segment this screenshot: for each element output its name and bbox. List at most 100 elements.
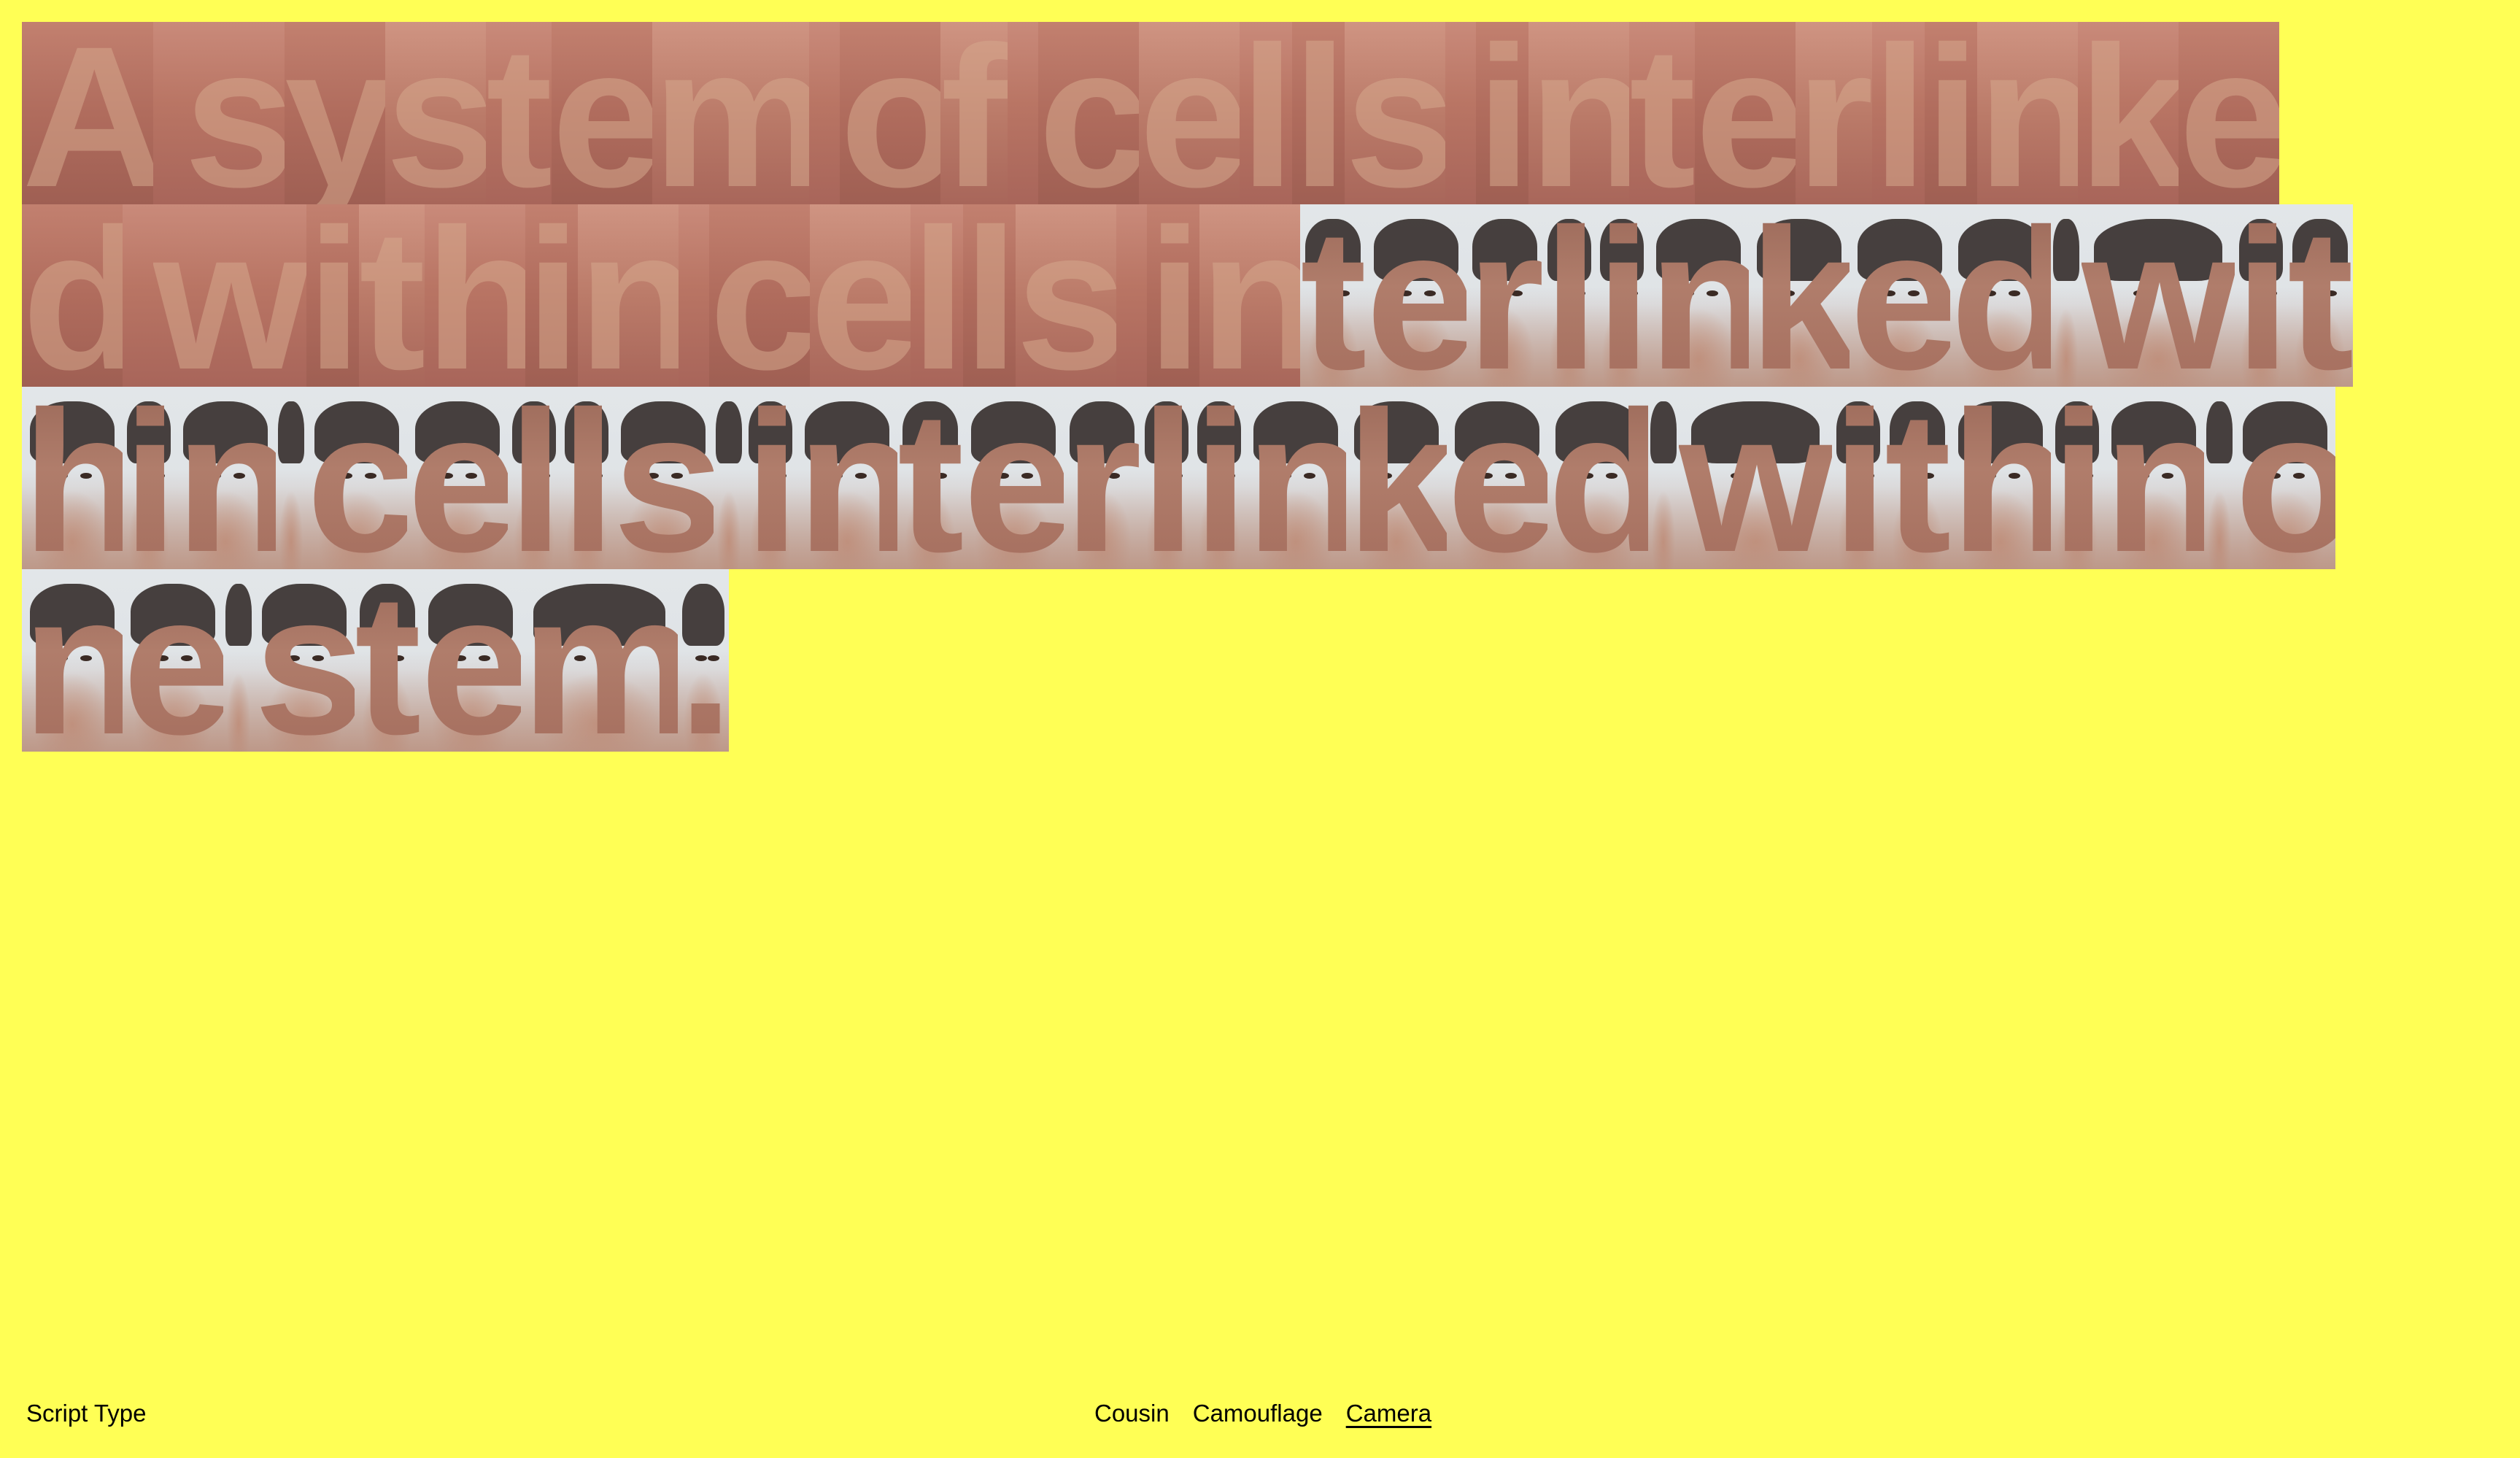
glyph-letter: i bbox=[123, 387, 175, 569]
glyph-tile: n bbox=[22, 569, 123, 752]
glyph-tile: e bbox=[123, 569, 223, 752]
glyph-tile: r bbox=[1466, 204, 1543, 387]
glyph-tile: i bbox=[1476, 22, 1528, 204]
glyph-letter: i bbox=[1925, 22, 1977, 204]
text-row: nestem. bbox=[22, 569, 2488, 752]
glyph-letter: i bbox=[306, 204, 359, 387]
glyph-letter: e bbox=[1366, 204, 1466, 387]
glyph-tile: w bbox=[1679, 387, 1832, 569]
glyph-tile: t bbox=[1885, 387, 1950, 569]
glyph-tile: s bbox=[1016, 204, 1116, 387]
glyph-tile: c bbox=[1038, 22, 1139, 204]
glyph-tile-space bbox=[1116, 204, 1147, 387]
glyph-letter: t bbox=[2287, 204, 2353, 387]
glyph-tile: l bbox=[963, 204, 1016, 387]
glyph-letter: i bbox=[525, 204, 578, 387]
glyph-letter: e bbox=[810, 204, 911, 387]
glyph-tile: o bbox=[2235, 387, 2335, 569]
glyph-letter: r bbox=[1796, 22, 1872, 204]
glyph-tile: s bbox=[184, 22, 285, 204]
glyph-letter: l bbox=[1140, 387, 1193, 569]
glyph-letter: n bbox=[1199, 204, 1300, 387]
glyph-tile: e bbox=[2179, 22, 2279, 204]
glyph-letter: n bbox=[175, 387, 276, 569]
text-row: hincellsinterlinkedwithino bbox=[22, 387, 2488, 569]
glyph-tile: e bbox=[1139, 22, 1240, 204]
glyph-letter: s bbox=[1345, 22, 1445, 204]
menu-item-camouflage[interactable]: Camouflage bbox=[1193, 1400, 1323, 1427]
glyph-letter: h bbox=[1950, 387, 2051, 569]
glyph-tile-space bbox=[714, 387, 744, 569]
mode-menu: Cousin Camouflage Camera bbox=[1094, 1400, 1431, 1427]
glyph-tile: t bbox=[2287, 204, 2353, 387]
glyph-tile: l bbox=[508, 387, 560, 569]
glyph-tile: n bbox=[1648, 204, 1749, 387]
glyph-letter: m bbox=[521, 569, 678, 752]
glyph-letter: t bbox=[486, 22, 552, 204]
glyph-tile: r bbox=[1796, 22, 1872, 204]
glyph-letter: k bbox=[1749, 204, 1850, 387]
glyph-letter: l bbox=[508, 387, 560, 569]
glyph-letter: t bbox=[1629, 22, 1695, 204]
glyph-tile: . bbox=[678, 569, 729, 752]
glyph-letter: l bbox=[963, 204, 1016, 387]
menu-item-cousin[interactable]: Cousin bbox=[1094, 1400, 1170, 1427]
glyph-letter: i bbox=[1147, 204, 1199, 387]
glyph-letter: i bbox=[1596, 204, 1648, 387]
glyph-letter: l bbox=[560, 387, 613, 569]
glyph-tile: h bbox=[1950, 387, 2051, 569]
glyph-letter: s bbox=[254, 569, 355, 752]
glyph-letter: i bbox=[1476, 22, 1528, 204]
glyph-tile-space bbox=[123, 204, 153, 387]
glyph-tile: i bbox=[306, 204, 359, 387]
glyph-letter: k bbox=[1346, 387, 1447, 569]
glyph-tile: t bbox=[1300, 204, 1366, 387]
glyph-letter: l bbox=[1543, 204, 1596, 387]
glyph-letter: t bbox=[1885, 387, 1950, 569]
brand-label[interactable]: Script Type bbox=[26, 1400, 146, 1427]
glyph-letter: o bbox=[2235, 387, 2335, 569]
glyph-letter: l bbox=[1240, 22, 1292, 204]
glyph-tile-space bbox=[1445, 22, 1476, 204]
glyph-tile: l bbox=[1240, 22, 1292, 204]
glyph-letter: r bbox=[1466, 204, 1543, 387]
glyph-tile: e bbox=[1850, 204, 1950, 387]
glyph-tile: l bbox=[560, 387, 613, 569]
glyph-letter: l bbox=[911, 204, 963, 387]
glyph-tile: n bbox=[797, 387, 897, 569]
glyph-tile-space bbox=[276, 387, 306, 569]
glyph-letter: s bbox=[385, 22, 486, 204]
glyph-letter: n bbox=[22, 569, 123, 752]
glyph-tile: i bbox=[2051, 387, 2103, 569]
glyph-tile-space bbox=[1008, 22, 1038, 204]
glyph-tile: l bbox=[1872, 22, 1925, 204]
menu-item-camera[interactable]: Camera bbox=[1346, 1400, 1431, 1427]
glyph-tile: t bbox=[355, 569, 420, 752]
glyph-tile: e bbox=[810, 204, 911, 387]
glyph-tile: k bbox=[1749, 204, 1850, 387]
glyph-letter: i bbox=[744, 387, 797, 569]
glyph-letter: e bbox=[1447, 387, 1547, 569]
glyph-tile: e bbox=[407, 387, 508, 569]
glyph-tile: m bbox=[652, 22, 809, 204]
glyph-tile: e bbox=[963, 387, 1064, 569]
glyph-tile: n bbox=[175, 387, 276, 569]
glyph-letter: m bbox=[652, 22, 809, 204]
glyph-tile: i bbox=[123, 387, 175, 569]
glyph-tile: c bbox=[306, 387, 407, 569]
glyph-tile: n bbox=[1528, 22, 1629, 204]
glyph-tile: h bbox=[22, 387, 123, 569]
glyph-letter: r bbox=[1064, 387, 1140, 569]
glyph-tile: t bbox=[897, 387, 963, 569]
glyph-tile: t bbox=[1629, 22, 1695, 204]
glyph-tile: i bbox=[1596, 204, 1648, 387]
glyph-letter: e bbox=[1695, 22, 1796, 204]
glyph-letter: n bbox=[1977, 22, 2078, 204]
glyph-letter: A bbox=[22, 22, 153, 204]
glyph-letter: k bbox=[2078, 22, 2179, 204]
glyph-tile: m bbox=[521, 569, 678, 752]
glyph-tile: l bbox=[1543, 204, 1596, 387]
glyph-tile: n bbox=[1245, 387, 1346, 569]
glyph-letter: l bbox=[1292, 22, 1345, 204]
glyph-letter: t bbox=[897, 387, 963, 569]
